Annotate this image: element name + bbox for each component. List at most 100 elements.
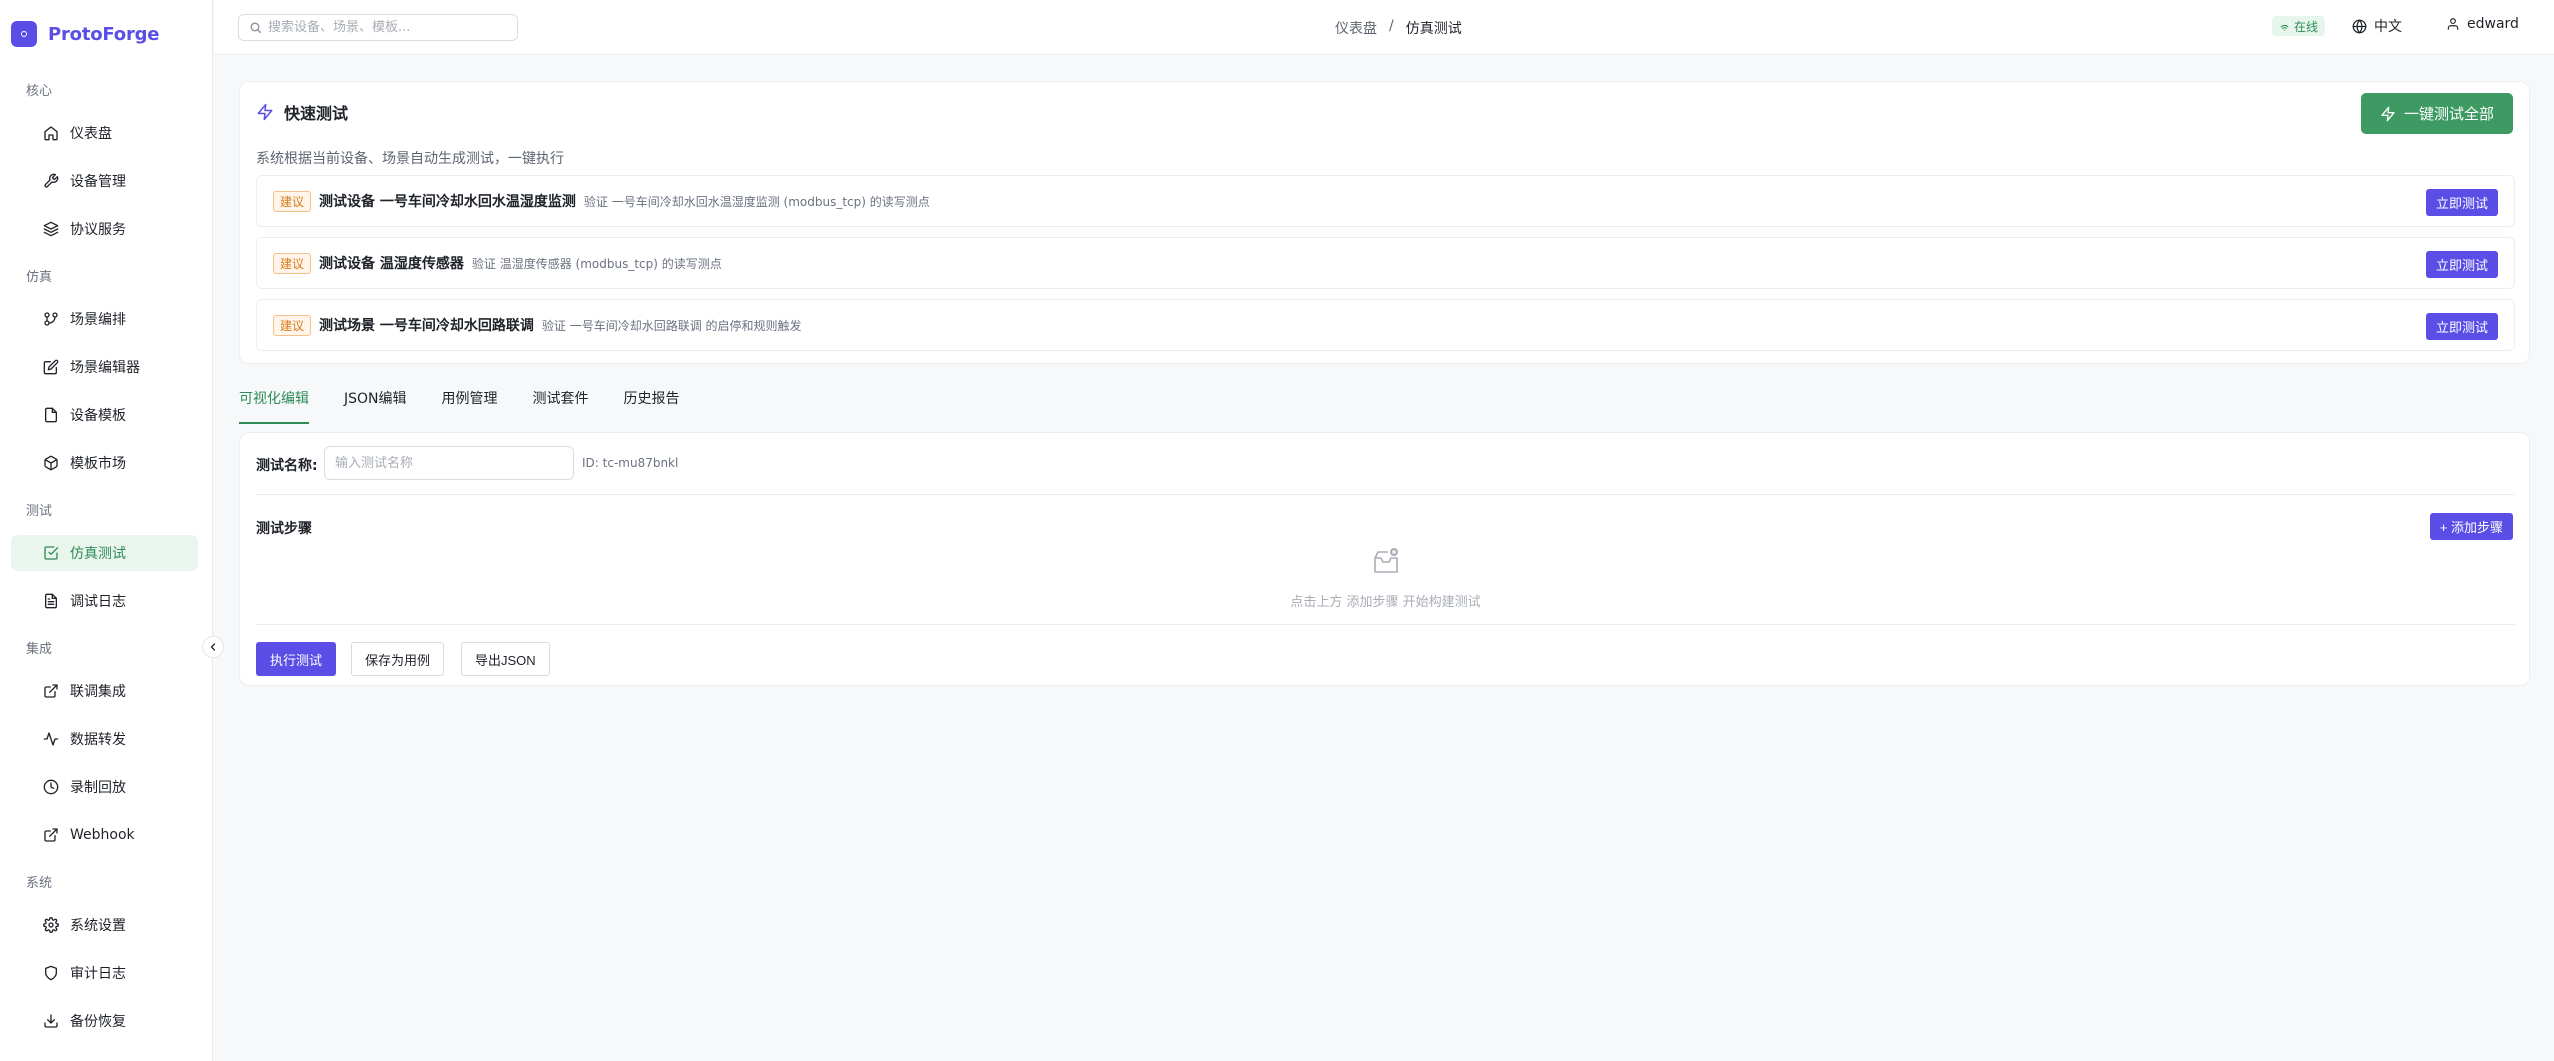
- tab-history-reports[interactable]: 历史报告: [624, 384, 680, 424]
- tab-visual-edit[interactable]: 可视化编辑: [239, 384, 309, 424]
- visual-editor-card: 测试名称: ID: tc-mu87bnkl 测试步骤 + 添加步骤 点击上方 添…: [239, 432, 2530, 686]
- sidebar-collapse-button[interactable]: [202, 636, 224, 658]
- breadcrumb-current: 仿真测试: [1405, 21, 1462, 37]
- suggestion-item: 建议 测试场景 一号车间冷却水回路联调 验证 一号车间冷却水回路联调 的启停和规…: [256, 299, 2515, 351]
- sidebar-item-label: 审计日志: [70, 966, 126, 982]
- empty-inbox-icon: [1374, 548, 1398, 573]
- quick-test-title: 快速测试: [256, 100, 348, 124]
- shield-icon: [45, 965, 57, 981]
- edit-icon: [43, 359, 59, 375]
- quick-test-title-text: 快速测试: [284, 104, 349, 123]
- sidebar-item-label: 场景编辑器: [70, 360, 140, 376]
- add-step-button[interactable]: + 添加步骤: [2429, 513, 2513, 540]
- sidebar-item-backup-restore[interactable]: 备份恢复: [11, 1003, 198, 1039]
- status-text: 在线: [2294, 19, 2319, 34]
- quick-test-card: 快速测试 系统根据当前设备、场景自动生成测试，一键执行 一键测试全部 建议 测试…: [239, 81, 2530, 364]
- layers-icon: [43, 221, 59, 237]
- test-name-label: 测试名称:: [256, 458, 318, 474]
- sidebar-item-simulation-test[interactable]: 仿真测试: [11, 535, 198, 571]
- editor-tabs: 可视化编辑 JSON编辑 用例管理 测试套件 历史报告: [239, 384, 715, 424]
- suggestion-description: 验证 温湿度传感器 (modbus_tcp) 的读写测点: [471, 256, 722, 271]
- sidebar-item-label: 仿真测试: [70, 546, 126, 562]
- file-text-icon: [45, 593, 57, 609]
- sidebar-item-label: 仪表盘: [70, 126, 112, 142]
- sidebar-item-label: 系统设置: [70, 918, 126, 934]
- sidebar-item-record-replay[interactable]: 录制回放: [11, 769, 198, 805]
- tab-test-suites[interactable]: 测试套件: [533, 384, 589, 424]
- sidebar-item-label: 设备模板: [70, 408, 126, 424]
- sidebar-item-dashboard[interactable]: 仪表盘: [11, 115, 198, 151]
- suggestion-tag: 建议: [273, 190, 312, 212]
- sidebar-item-protocols[interactable]: 协议服务: [11, 211, 198, 247]
- user-menu[interactable]: edward: [2446, 16, 2519, 32]
- external-link-icon: [44, 684, 58, 698]
- suggestion-title: 测试场景 一号车间冷却水回路联调: [319, 318, 534, 334]
- sidebar-item-debug-logs[interactable]: 调试日志: [11, 583, 198, 619]
- suggestion-item: 建议 测试设备 温湿度传感器 验证 温湿度传感器 (modbus_tcp) 的读…: [256, 237, 2515, 289]
- export-json-button[interactable]: 导出JSON: [461, 642, 550, 676]
- sidebar-item-settings[interactable]: 系统设置: [11, 907, 198, 943]
- sidebar-item-label: 设备管理: [70, 174, 126, 190]
- test-steps-label: 测试步骤: [256, 521, 312, 537]
- suggestion-tag: 建议: [273, 252, 312, 274]
- sidebar-item-label: 调试日志: [70, 594, 126, 610]
- brand-name: ProtoForge: [48, 23, 160, 45]
- sidebar-item-label: 备份恢复: [70, 1014, 126, 1030]
- sidebar-item-device-templates[interactable]: 设备模板: [11, 397, 198, 433]
- test-now-button[interactable]: 立即测试: [2425, 313, 2498, 340]
- globe-icon: [2352, 19, 2367, 33]
- sidebar-item-label: 联调集成: [70, 684, 126, 700]
- user-icon: [2447, 18, 2459, 30]
- sidebar-item-label: 场景编排: [70, 312, 126, 328]
- download-icon: [44, 1014, 58, 1028]
- run-all-tests-button[interactable]: 一键测试全部: [2361, 93, 2513, 134]
- breadcrumb: 仪表盘 / 仿真测试: [1335, 18, 1462, 38]
- sidebar-item-scene-editor[interactable]: 场景编辑器: [11, 349, 198, 385]
- suggestion-description: 验证 一号车间冷却水回水温湿度监测 (modbus_tcp) 的读写测点: [583, 194, 930, 209]
- lightning-icon: [2381, 106, 2395, 121]
- connection-status-badge: 在线: [2272, 16, 2326, 36]
- nav-group-testing: 测试: [26, 504, 53, 519]
- execute-test-button[interactable]: 执行测试: [256, 642, 337, 676]
- test-id: ID: tc-mu87bnkl: [582, 456, 679, 470]
- header: 仪表盘 / 仿真测试 在线 中文 edward: [214, 0, 2554, 55]
- test-now-button[interactable]: 立即测试: [2425, 189, 2498, 216]
- divider: [256, 494, 2515, 495]
- package-icon: [44, 455, 58, 471]
- language-switcher[interactable]: 中文: [2352, 16, 2402, 36]
- external-link-icon: [44, 828, 58, 842]
- breadcrumb-dashboard[interactable]: 仪表盘: [1335, 18, 1377, 38]
- suggestion-tag: 建议: [273, 314, 312, 336]
- test-now-button[interactable]: 立即测试: [2425, 251, 2498, 278]
- divider: [256, 624, 2515, 625]
- sidebar-item-audit-logs[interactable]: 审计日志: [11, 955, 198, 991]
- search-icon: [250, 22, 262, 34]
- wifi-icon: [2280, 24, 2289, 31]
- tab-json-edit[interactable]: JSON编辑: [344, 384, 407, 424]
- suggestion-description: 验证 一号车间冷却水回路联调 的启停和规则触发: [541, 318, 802, 333]
- suggestion-title: 测试设备 一号车间冷却水回水温湿度监测: [319, 194, 576, 210]
- sidebar-item-label: 录制回放: [70, 780, 126, 796]
- brand[interactable]: ProtoForge: [11, 21, 160, 47]
- empty-steps-hint: 点击上方 添加步骤 开始构建测试: [1290, 595, 1481, 610]
- file-icon: [45, 407, 57, 423]
- tab-case-management[interactable]: 用例管理: [442, 384, 498, 424]
- sidebar-item-label: Webhook: [70, 827, 135, 843]
- search-input[interactable]: [268, 20, 508, 35]
- sidebar-item-integration[interactable]: 联调集成: [11, 673, 198, 709]
- sidebar-item-scene-orchestration[interactable]: 场景编排: [11, 301, 198, 337]
- breadcrumb-separator: /: [1389, 18, 1394, 34]
- global-search[interactable]: [238, 14, 518, 41]
- run-all-label: 一键测试全部: [2403, 106, 2494, 123]
- sidebar-item-template-market[interactable]: 模板市场: [11, 445, 198, 481]
- chevron-left-icon: [210, 643, 216, 651]
- activity-icon: [43, 732, 59, 746]
- save-as-case-button[interactable]: 保存为用例: [351, 642, 445, 676]
- sidebar-item-devices[interactable]: 设备管理: [11, 163, 198, 199]
- test-name-input[interactable]: [324, 446, 574, 480]
- sidebar-item-data-forwarding[interactable]: 数据转发: [11, 721, 198, 757]
- language-label: 中文: [2374, 19, 2402, 35]
- sidebar-item-label: 数据转发: [70, 732, 126, 748]
- sidebar-item-webhook[interactable]: Webhook: [11, 817, 198, 853]
- wrench-icon: [44, 173, 59, 188]
